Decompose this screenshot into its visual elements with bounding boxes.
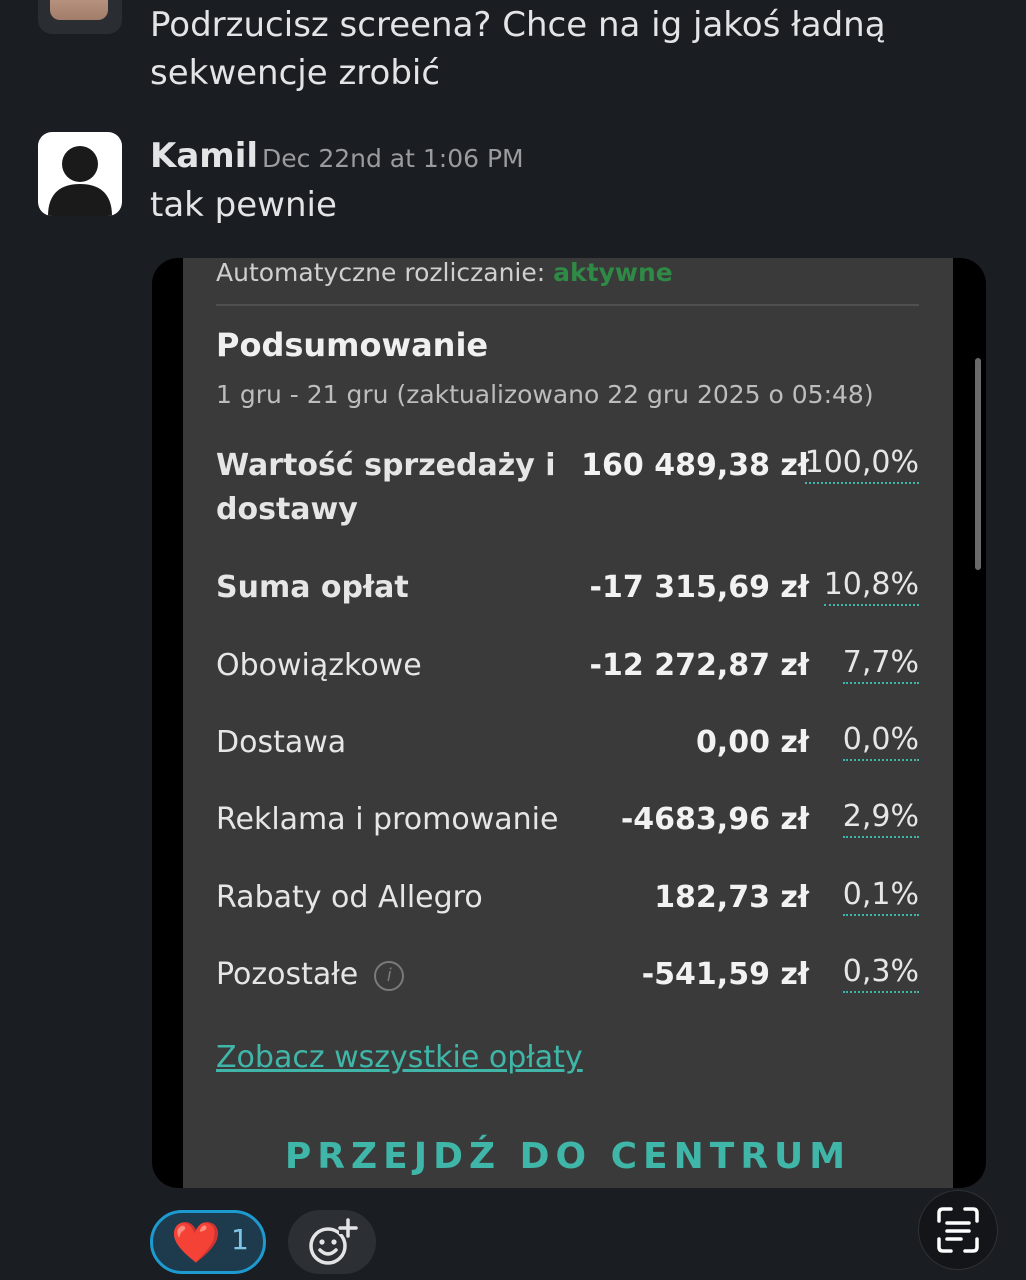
row-label: Reklama i promowanie: [216, 802, 559, 837]
summary-panel: Automatyczne rozliczanie: aktywne Podsum…: [183, 258, 953, 1188]
row-percentage[interactable]: 10,8%: [823, 566, 919, 606]
attached-screenshot[interactable]: Automatyczne rozliczanie: aktywne Podsum…: [152, 258, 986, 1188]
previous-sender-avatar[interactable]: [38, 0, 122, 34]
row-label-wrapper: Pozostałe i: [216, 953, 405, 997]
row-label: Suma opłat: [216, 570, 409, 605]
finance-center-button[interactable]: PRZEJDŹ DO CENTRUM: [183, 1134, 953, 1180]
sender-avatar[interactable]: [38, 132, 122, 216]
user-silhouette-icon: [48, 146, 112, 216]
previous-message-line-1: Podrzucisz screena? Chce na ig jakoś ład…: [150, 5, 886, 45]
row-amount: -12 272,87 zł: [589, 648, 809, 683]
info-icon[interactable]: i: [374, 960, 405, 991]
row-percentage[interactable]: 100,0%: [804, 444, 919, 484]
summary-period: 1 gru - 21 gru (zaktualizowano 22 gru 20…: [216, 380, 874, 409]
text-scan-button[interactable]: [918, 1190, 998, 1270]
avatar-photo: [50, 0, 108, 20]
scrollbar[interactable]: [975, 358, 981, 570]
auto-settlement-status: Automatyczne rozliczanie: aktywne: [216, 258, 673, 287]
previous-message-line-2: sekwencje zrobić: [150, 53, 441, 93]
row-label: Rabaty od Allegro: [216, 880, 483, 915]
auto-settlement-label: Automatyczne rozliczanie:: [216, 258, 546, 287]
row-amount: 0,00 zł: [695, 725, 809, 760]
row-percentage[interactable]: 0,3%: [842, 953, 919, 993]
row-amount: -541,59 zł: [641, 957, 809, 992]
message-text: tak pewnie: [150, 185, 337, 225]
row-amount: -17 315,69 zł: [589, 570, 809, 605]
sender-name[interactable]: Kamil: [150, 136, 258, 176]
row-label: Wartość sprzedaży i: [216, 448, 556, 483]
row-amount: -4683,96 zł: [620, 802, 809, 837]
reaction-count: 1: [231, 1223, 249, 1256]
text-scan-icon: [937, 1207, 979, 1253]
auto-settlement-value: aktywne: [553, 258, 673, 287]
divider: [216, 304, 919, 306]
add-reaction-button[interactable]: [288, 1210, 376, 1274]
row-label: Pozostałe: [216, 957, 359, 992]
summary-title: Podsumowanie: [216, 326, 489, 364]
row-percentage[interactable]: 0,0%: [842, 721, 919, 761]
message-timestamp[interactable]: Dec 22nd at 1:06 PM: [262, 144, 524, 173]
row-label-continued: dostawy: [216, 492, 358, 527]
row-percentage[interactable]: 2,9%: [842, 798, 919, 838]
add-reaction-icon: [309, 1218, 358, 1265]
row-label: Dostawa: [216, 725, 347, 760]
row-percentage[interactable]: 7,7%: [842, 644, 919, 684]
see-all-fees-link[interactable]: Zobacz wszystkie opłaty: [216, 1040, 583, 1075]
heart-icon: ❤️: [171, 1220, 221, 1266]
row-amount: 182,73 zł: [654, 880, 809, 915]
row-amount: 160 489,38 zł: [581, 448, 809, 483]
heart-reaction[interactable]: ❤️ 1: [150, 1210, 266, 1274]
row-label: Obowiązkowe: [216, 648, 422, 683]
row-percentage[interactable]: 0,1%: [842, 876, 919, 916]
